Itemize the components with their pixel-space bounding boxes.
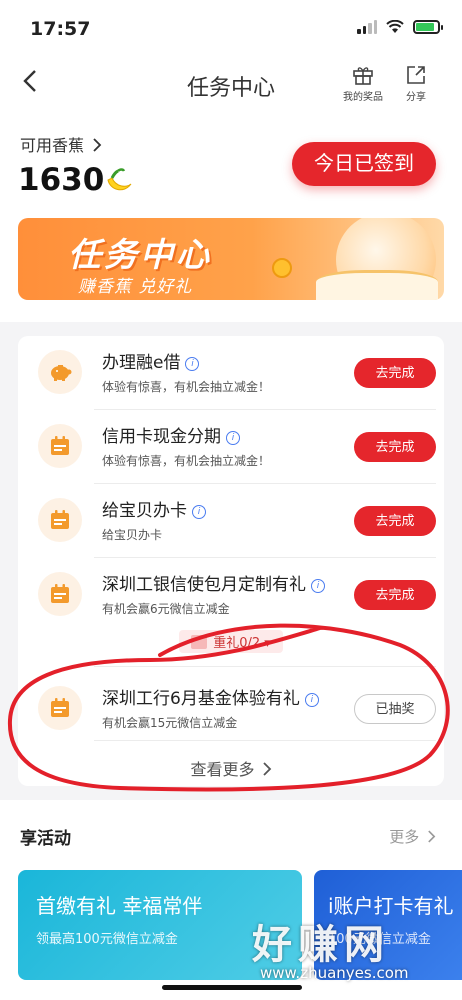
- activity-card-title: i账户打卡有礼: [328, 894, 454, 918]
- activity-card[interactable]: i账户打卡有礼 100元微信立减金: [314, 870, 462, 980]
- task-subtitle: 有机会赢6元微信立减金: [102, 602, 230, 616]
- task-subtitle: 给宝贝办卡: [102, 528, 163, 542]
- activities-more-link[interactable]: 更多: [389, 826, 436, 847]
- calendar-icon: [38, 686, 82, 730]
- task-item[interactable]: 信用卡现金分期 i 体验有惊喜，有机会抽立减金！ 去完成: [18, 410, 444, 484]
- chevron-right-icon: [262, 762, 271, 776]
- info-icon[interactable]: i: [311, 579, 325, 593]
- info-icon[interactable]: i: [192, 505, 206, 519]
- banana-header: 可用香蕉 1630 今日已签到 任务中心 赚香蕉 兑好礼: [0, 112, 462, 322]
- task-subtitle: 有机会赢15元微信立减金: [102, 716, 238, 730]
- task-title: 给宝贝办卡 i: [102, 496, 206, 521]
- activities-more-label: 更多: [389, 828, 420, 846]
- task-title: 信用卡现金分期 i: [102, 422, 240, 447]
- task-title: 深圳工银信使包月定制有礼 i: [102, 570, 325, 595]
- banana-balance-link[interactable]: 可用香蕉: [20, 132, 102, 156]
- calendar-icon: [38, 424, 82, 468]
- task-item[interactable]: 深圳工银信使包月定制有礼 i 有机会赢6元微信立减金 去完成: [18, 558, 444, 632]
- signal-icon: [357, 20, 377, 34]
- task-subtitle: 体验有惊喜，有机会抽立减金！: [102, 380, 271, 394]
- share-label: 分享: [406, 92, 426, 103]
- activity-card-title: 首缴有礼 幸福常伴: [36, 894, 203, 918]
- home-indicator[interactable]: [162, 985, 302, 990]
- wifi-icon: [386, 20, 404, 33]
- task-action-button[interactable]: 去完成: [354, 432, 436, 462]
- chevron-right-icon: [428, 830, 436, 843]
- task-list-card: 办理融e借 i 体验有惊喜，有机会抽立减金！ 去完成 信用卡现金分期 i 体验有惊喜…: [18, 336, 444, 786]
- nav-bar: 任务中心 我的奖品 分享: [0, 56, 462, 112]
- piggy-bank-icon: [38, 350, 82, 394]
- status-bar: 17:57: [0, 0, 462, 56]
- gift-icon: [353, 67, 373, 85]
- status-icons: [357, 20, 443, 34]
- divider: [94, 740, 436, 741]
- status-time: 17:57: [30, 18, 91, 40]
- chevron-right-icon: [93, 138, 102, 152]
- share-button[interactable]: 分享: [398, 62, 434, 103]
- info-icon[interactable]: i: [185, 357, 200, 371]
- calendar-icon: [38, 572, 82, 616]
- signin-button[interactable]: 今日已签到: [292, 142, 436, 186]
- task-item[interactable]: 办理融e借 i 体验有惊喜，有机会抽立减金！ 去完成: [18, 336, 444, 410]
- task-item[interactable]: 给宝贝办卡 i 给宝贝办卡 去完成: [18, 484, 444, 558]
- see-more-label: 查看更多: [190, 760, 255, 779]
- my-prizes-button[interactable]: 我的奖品: [340, 62, 386, 103]
- task-center-banner[interactable]: 任务中心 赚香蕉 兑好礼: [18, 218, 444, 300]
- banner-book-graphic: [316, 270, 438, 300]
- task-action-button[interactable]: 去完成: [354, 580, 436, 610]
- info-icon[interactable]: i: [304, 693, 319, 707]
- activities-title: 享活动: [20, 829, 71, 849]
- reward-progress-label: 重礼0/2: [213, 636, 261, 651]
- task-subtitle: 体验有惊喜，有机会抽立减金！: [102, 454, 271, 468]
- task-action-button[interactable]: 已抽奖: [354, 694, 436, 724]
- activity-card-subtitle: 领最高100元微信立减金: [36, 932, 178, 947]
- banana-count: 1630: [18, 162, 105, 198]
- banner-title: 任务中心: [68, 235, 212, 274]
- battery-icon: [413, 20, 443, 34]
- info-icon[interactable]: i: [226, 431, 240, 445]
- task-item[interactable]: 深圳工行6月基金体验有礼 i 有机会赢15元微信立减金 已抽奖: [18, 666, 444, 740]
- page-title: 任务中心: [186, 76, 275, 101]
- task-title: 办理融e借 i: [102, 348, 200, 373]
- see-more-link[interactable]: 查看更多: [18, 756, 444, 780]
- activities-section: 享活动 更多 首缴有礼 幸福常伴 领最高100元微信立减金 i账户打卡有礼 10…: [0, 800, 462, 1000]
- share-icon: [407, 66, 425, 84]
- reward-progress: 重礼0/2 ▾: [18, 630, 444, 654]
- arrow-down-icon: ▾: [264, 636, 271, 651]
- task-action-button[interactable]: 去完成: [354, 358, 436, 388]
- task-action-button[interactable]: 去完成: [354, 506, 436, 536]
- banana-icon: [104, 166, 134, 202]
- banner-subtitle: 赚香蕉 兑好礼: [78, 277, 193, 297]
- calendar-icon: [38, 498, 82, 542]
- banner-coin-graphic: [272, 258, 292, 278]
- activity-card[interactable]: 首缴有礼 幸福常伴 领最高100元微信立减金: [18, 870, 302, 980]
- task-title: 深圳工行6月基金体验有礼 i: [102, 684, 319, 709]
- my-prizes-label: 我的奖品: [343, 92, 383, 103]
- banana-label: 可用香蕉: [20, 136, 85, 155]
- activity-card-subtitle: 100元微信立减金: [328, 932, 431, 947]
- gift-icon: [191, 635, 208, 649]
